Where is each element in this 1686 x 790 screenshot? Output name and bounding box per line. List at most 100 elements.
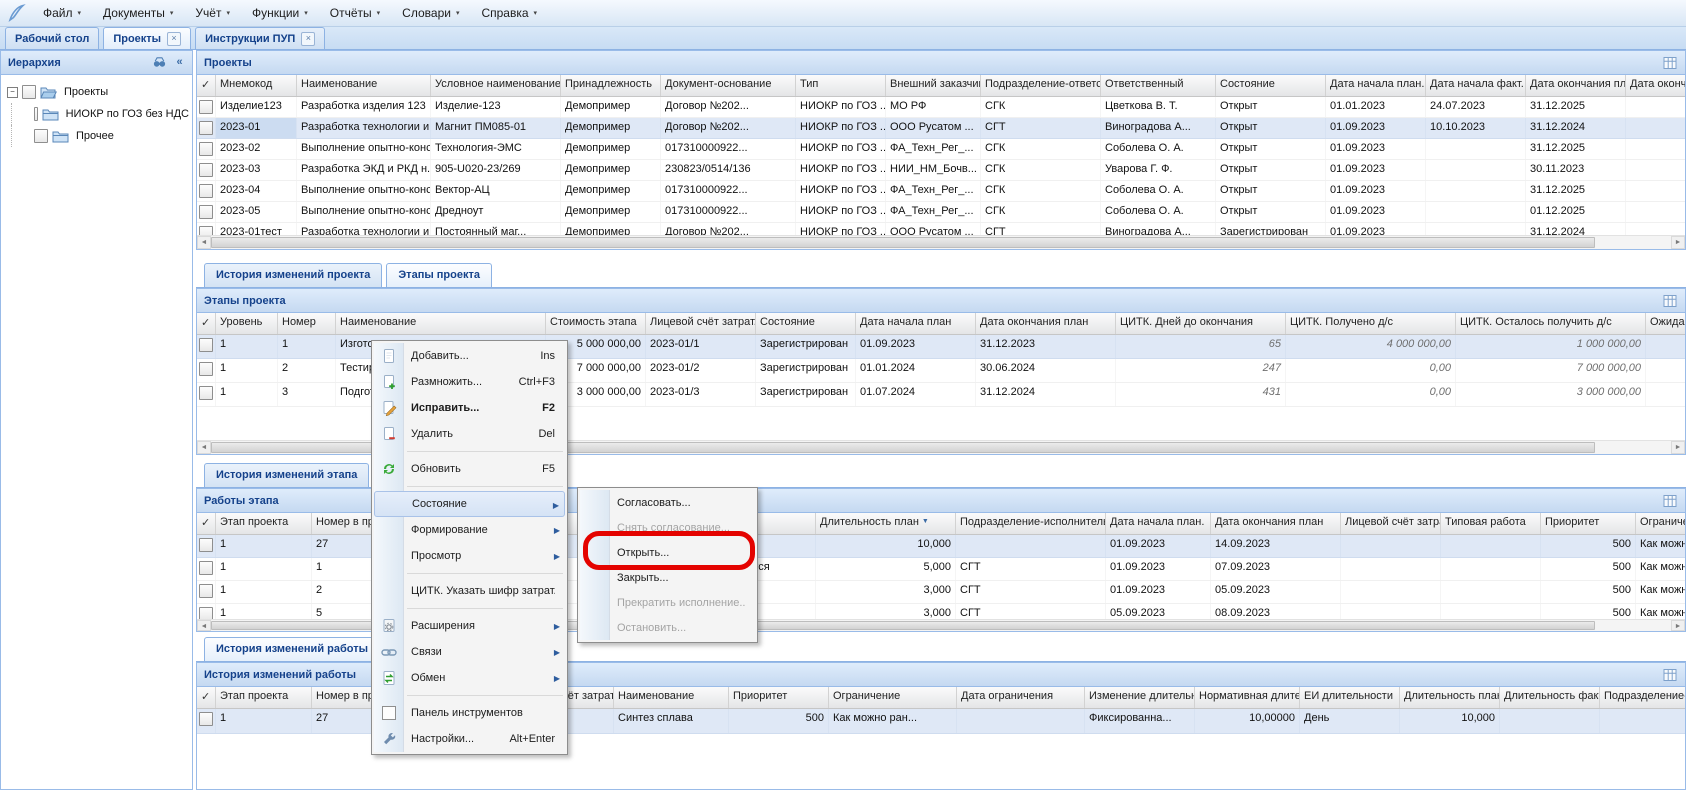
- grid-row[interactable]: Изделие123Разработка изделия 123Изделие-…: [197, 97, 1685, 118]
- menu-item[interactable]: Расширения▶: [374, 613, 565, 639]
- tree-item[interactable]: −Проекты: [7, 81, 192, 103]
- column-header[interactable]: Состояние: [756, 313, 856, 334]
- column-header[interactable]: Дата начала план.: [1326, 75, 1426, 96]
- row-checkbox[interactable]: [199, 538, 213, 552]
- column-header[interactable]: Дата начала план: [856, 313, 976, 334]
- grid-row[interactable]: 2023-02Выполнение опытно-конс...Технолог…: [197, 139, 1685, 160]
- tab[interactable]: История изменений работы: [204, 637, 380, 661]
- tab[interactable]: История изменений проекта: [204, 263, 382, 287]
- column-header[interactable]: ЦИТК. Осталось получить д/с: [1456, 313, 1646, 334]
- column-header[interactable]: Уровень: [216, 313, 278, 334]
- column-header[interactable]: Этап проекта: [216, 513, 312, 534]
- menu-item[interactable]: Настройки...Alt+Enter: [374, 726, 565, 752]
- row-checkbox[interactable]: [199, 205, 213, 219]
- column-header[interactable]: Лицевой счёт затрат: [1341, 513, 1441, 534]
- column-header[interactable]: Изменение длительности: [1085, 687, 1195, 708]
- column-header[interactable]: Дата окончания план.: [1526, 75, 1626, 96]
- column-header[interactable]: Нормативная длительность: [1195, 687, 1300, 708]
- column-header[interactable]: Мнемокод: [216, 75, 297, 96]
- collapse-panel-icon[interactable]: «: [171, 55, 188, 71]
- scrollbar-thumb[interactable]: [211, 237, 1595, 248]
- column-header[interactable]: Подразделение-ответственный: [981, 75, 1101, 96]
- menubar-item[interactable]: Отчёты▾: [319, 3, 391, 23]
- column-header[interactable]: Подразделение-исполнитель: [1600, 687, 1685, 708]
- column-header[interactable]: Длительность план: [1400, 687, 1500, 708]
- column-header[interactable]: Лицевой счёт затрат.: [646, 313, 756, 334]
- row-checkbox[interactable]: [199, 338, 213, 352]
- column-header[interactable]: Наименование: [614, 687, 729, 708]
- menu-item[interactable]: Согласовать...: [580, 490, 755, 515]
- row-checkbox[interactable]: [199, 121, 213, 135]
- column-header[interactable]: Наименование: [297, 75, 431, 96]
- scroll-right-button[interactable]: ►: [1671, 236, 1685, 249]
- menu-item[interactable]: Открыть...: [580, 540, 755, 565]
- column-header[interactable]: Приоритет: [729, 687, 829, 708]
- column-header[interactable]: Приоритет: [1541, 513, 1636, 534]
- menu-item[interactable]: Связи▶: [374, 639, 565, 665]
- horizontal-scrollbar[interactable]: ◄ ►: [197, 235, 1685, 249]
- panel-tool-icon[interactable]: [1662, 293, 1678, 309]
- row-checkbox[interactable]: [199, 163, 213, 177]
- row-checkbox[interactable]: [199, 184, 213, 198]
- scroll-left-button[interactable]: ◄: [197, 236, 211, 249]
- column-header[interactable]: Тип: [796, 75, 886, 96]
- close-icon[interactable]: ×: [301, 32, 315, 46]
- column-header[interactable]: Принадлежность: [561, 75, 661, 96]
- column-header[interactable]: Дата ограничения: [957, 687, 1085, 708]
- column-header[interactable]: Стоимость этапа: [546, 313, 646, 334]
- find-icon[interactable]: [152, 55, 169, 71]
- row-checkbox[interactable]: [199, 584, 213, 598]
- menu-item[interactable]: ОбновитьF5: [374, 456, 565, 482]
- column-header[interactable]: ЕИ длительности: [1300, 687, 1400, 708]
- menu-item[interactable]: Размножить...Ctrl+F3: [374, 369, 565, 395]
- column-header[interactable]: Длительность план▼: [816, 513, 956, 534]
- tree-item[interactable]: Прочее: [7, 125, 192, 147]
- column-header[interactable]: ЦИТК. Получено д/с: [1286, 313, 1456, 334]
- menu-item[interactable]: Формирование▶: [374, 517, 565, 543]
- menubar-item[interactable]: Документы▾: [92, 3, 184, 23]
- tree-checkbox[interactable]: [22, 85, 36, 99]
- menu-item[interactable]: УдалитьDel: [374, 421, 565, 447]
- menu-item[interactable]: Исправить...F2: [374, 395, 565, 421]
- column-header[interactable]: Ограничение: [829, 687, 957, 708]
- column-header[interactable]: ЦИТК. Дней до окончания: [1116, 313, 1286, 334]
- tree-checkbox[interactable]: [34, 129, 48, 143]
- menu-item[interactable]: Просмотр▶: [374, 543, 565, 569]
- tree-checkbox[interactable]: [34, 107, 38, 121]
- menubar-item[interactable]: Файл▾: [32, 3, 92, 23]
- column-header[interactable]: Ожидаемые р: [1646, 313, 1685, 334]
- panel-tool-icon[interactable]: [1662, 493, 1678, 509]
- select-all-header[interactable]: ✓: [197, 313, 216, 334]
- grid-row[interactable]: 2023-04Выполнение опытно-конс...Вектор-А…: [197, 181, 1685, 202]
- column-header[interactable]: Дата окончания факт.: [1626, 75, 1685, 96]
- panel-tool-icon[interactable]: [1662, 55, 1678, 71]
- row-checkbox[interactable]: [199, 712, 213, 726]
- column-header[interactable]: Состояние: [1216, 75, 1326, 96]
- select-all-header[interactable]: ✓: [197, 687, 216, 708]
- column-header[interactable]: Ограничение: [1636, 513, 1685, 534]
- menu-item[interactable]: Панель инструментов: [374, 700, 565, 726]
- menubar-item[interactable]: Учёт▾: [184, 3, 241, 23]
- select-all-header[interactable]: ✓: [197, 75, 216, 96]
- row-checkbox[interactable]: [199, 386, 213, 400]
- grid-row[interactable]: 2023-01Разработка технологии и...Магнит …: [197, 118, 1685, 139]
- menu-item[interactable]: Обмен▶: [374, 665, 565, 691]
- tree-expander-icon[interactable]: −: [7, 87, 18, 98]
- scroll-right-button[interactable]: ►: [1671, 620, 1685, 631]
- column-header[interactable]: Внешний заказчик: [886, 75, 981, 96]
- column-header[interactable]: Дата окончания план: [976, 313, 1116, 334]
- tree-item[interactable]: НИОКР по ГОЗ без НДС: [7, 103, 192, 125]
- panel-tool-icon[interactable]: [1662, 667, 1678, 683]
- menubar-item[interactable]: Функции▾: [241, 3, 319, 23]
- column-header[interactable]: Номер: [278, 313, 336, 334]
- close-icon[interactable]: ×: [167, 32, 181, 46]
- menu-item[interactable]: Добавить...Ins: [374, 343, 565, 369]
- column-header[interactable]: Ответственный: [1101, 75, 1216, 96]
- select-all-header[interactable]: ✓: [197, 513, 216, 534]
- menu-item[interactable]: ЦИТК. Указать шифр затрат...: [374, 578, 565, 604]
- grid-row[interactable]: 2023-05Выполнение опытно-конс...Дредноут…: [197, 202, 1685, 223]
- column-header[interactable]: Длительность факт: [1500, 687, 1600, 708]
- checkbox-icon[interactable]: [382, 706, 396, 720]
- view-tab[interactable]: Инструкции ПУП×: [195, 27, 325, 49]
- tab[interactable]: История изменений этапа: [204, 463, 369, 487]
